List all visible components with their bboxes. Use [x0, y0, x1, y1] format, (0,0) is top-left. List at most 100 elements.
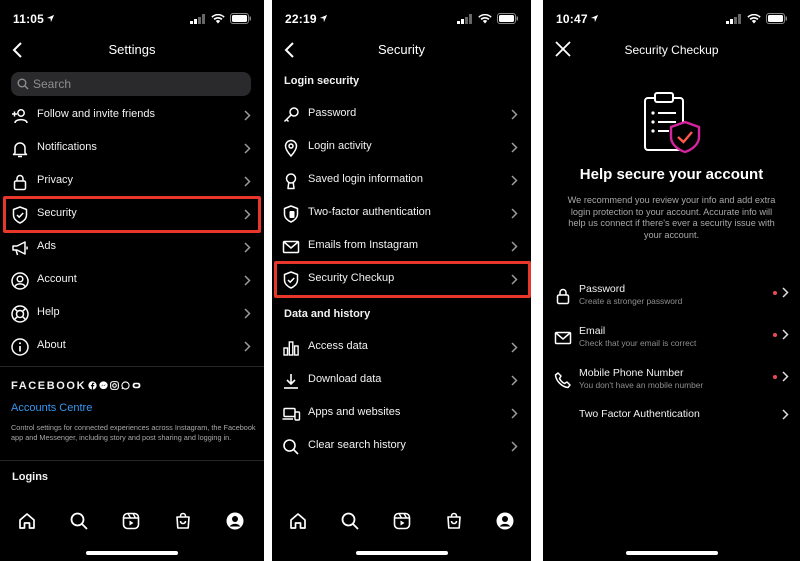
menu-item-label: Emails from Instagram	[308, 239, 419, 251]
chevron-right-icon	[782, 287, 789, 298]
chevron-right-icon	[244, 242, 251, 253]
checkup-heading: Help secure your account	[579, 166, 764, 183]
status-indicators	[190, 13, 252, 24]
checkup-item-title: Email	[579, 325, 606, 337]
reels-icon[interactable]	[392, 511, 412, 531]
menu-item-label: Notifications	[37, 141, 97, 153]
status-bar: 10:47	[543, 0, 800, 36]
logins-heading: Logins	[12, 471, 49, 483]
search-input[interactable]: Search	[11, 72, 251, 96]
page-title: Settings	[108, 42, 156, 57]
chevron-right-icon	[511, 441, 518, 452]
envelope-icon	[554, 331, 572, 345]
settings-screen: 11:05 Settings Search Follow and invite …	[0, 0, 264, 561]
checkup-item-email[interactable]: Email Check that your email is correct	[543, 322, 800, 362]
wifi-icon	[747, 13, 761, 23]
chevron-right-icon	[511, 241, 518, 252]
checkup-item-subtitle: Check that your email is correct	[579, 338, 697, 348]
portal-icon	[132, 382, 141, 389]
profile-avatar-icon[interactable]	[495, 511, 515, 531]
key-icon	[283, 107, 299, 123]
signal-icon	[190, 13, 205, 24]
security-header: Security	[272, 36, 531, 64]
menu-item-label: Account	[37, 273, 77, 285]
lock-icon	[556, 288, 570, 305]
menu-item-saved-login[interactable]: Saved login information	[272, 164, 531, 197]
menu-item-label: Ads	[37, 240, 56, 252]
shop-icon[interactable]	[444, 511, 464, 531]
settings-header: Settings	[0, 36, 264, 64]
menu-item-login-activity[interactable]: Login activity	[272, 131, 531, 164]
envelope-icon	[282, 240, 300, 254]
security-screen: 22:19 Security Login security Password L…	[272, 0, 531, 561]
status-indicators	[726, 13, 788, 24]
phone-handset-icon	[554, 372, 571, 389]
menu-item-label: Saved login information	[308, 173, 423, 185]
checkup-item-title: Two Factor Authentication	[579, 408, 700, 420]
chevron-right-icon	[244, 176, 251, 187]
chevron-right-icon	[244, 110, 251, 121]
chevron-right-icon	[511, 342, 518, 353]
menu-item-label: Privacy	[37, 174, 74, 186]
section-heading-login-security: Login security	[284, 75, 360, 87]
search-icon[interactable]	[340, 511, 360, 531]
home-indicator	[625, 551, 718, 555]
location-arrow-icon	[46, 14, 55, 23]
whatsapp-icon	[121, 381, 130, 390]
search-icon[interactable]	[69, 511, 89, 531]
chevron-right-icon	[782, 409, 789, 420]
home-icon[interactable]	[17, 511, 37, 531]
checkup-item-mobile-phone[interactable]: Mobile Phone Number You don't have an mo…	[543, 364, 800, 404]
menu-item-about[interactable]: About	[0, 330, 264, 363]
checkup-item-title: Password	[579, 283, 626, 295]
menu-item-apps-websites[interactable]: Apps and websites	[272, 397, 531, 430]
menu-item-download-data[interactable]: Download data	[272, 364, 531, 397]
lock-icon	[13, 174, 27, 191]
bottom-tab-bar	[272, 505, 531, 541]
location-pin-icon	[284, 139, 298, 158]
menu-item-emails-from-instagram[interactable]: Emails from Instagram	[272, 230, 531, 263]
menu-item-notifications[interactable]: Notifications	[0, 132, 264, 165]
menu-item-clear-search-history[interactable]: Clear search history	[272, 430, 531, 463]
chevron-right-icon	[511, 109, 518, 120]
menu-item-two-factor[interactable]: Two-factor authentication	[272, 197, 531, 230]
reels-icon[interactable]	[121, 511, 141, 531]
status-time: 11:05	[13, 12, 45, 26]
home-indicator	[86, 551, 178, 555]
highlight-box-security-checkup	[274, 261, 531, 298]
bar-chart-icon	[283, 341, 299, 356]
menu-item-label: Clear search history	[308, 439, 406, 451]
location-arrow-icon	[319, 14, 328, 23]
checkup-item-two-factor[interactable]: Two Factor Authentication	[543, 402, 800, 442]
instagram-icon	[110, 381, 119, 390]
menu-item-ads[interactable]: Ads	[0, 231, 264, 264]
menu-item-follow-invite[interactable]: Follow and invite friends	[0, 99, 264, 132]
shop-icon[interactable]	[173, 511, 193, 531]
home-indicator	[355, 551, 448, 555]
clipboard-shield-illustration	[644, 92, 701, 154]
checkup-item-password[interactable]: Password Create a stronger password	[543, 280, 800, 320]
menu-item-privacy[interactable]: Privacy	[0, 165, 264, 198]
facebook-heading: FACEBOOK	[11, 380, 87, 392]
location-arrow-icon	[590, 14, 599, 23]
keyhole-icon	[285, 173, 297, 190]
menu-item-label: Help	[37, 306, 60, 318]
page-title: Security Checkup	[624, 43, 719, 57]
menu-item-label: Password	[308, 107, 357, 119]
search-icon	[283, 439, 299, 455]
chevron-right-icon	[511, 208, 518, 219]
battery-icon	[766, 13, 787, 24]
menu-item-label: Download data	[308, 373, 382, 385]
menu-item-password[interactable]: Password	[272, 98, 531, 131]
accounts-centre-link[interactable]: Accounts Centre	[11, 402, 92, 414]
profile-avatar-icon[interactable]	[225, 511, 245, 531]
menu-item-help[interactable]: Help	[0, 297, 264, 330]
bell-icon	[12, 142, 28, 158]
menu-item-account[interactable]: Account	[0, 264, 264, 297]
page-title: Security	[378, 42, 425, 57]
home-icon[interactable]	[288, 511, 308, 531]
status-time: 22:19	[285, 12, 317, 26]
menu-item-access-data[interactable]: Access data	[272, 331, 531, 364]
lifebuoy-icon	[11, 305, 29, 323]
account-circle-icon	[11, 272, 29, 290]
